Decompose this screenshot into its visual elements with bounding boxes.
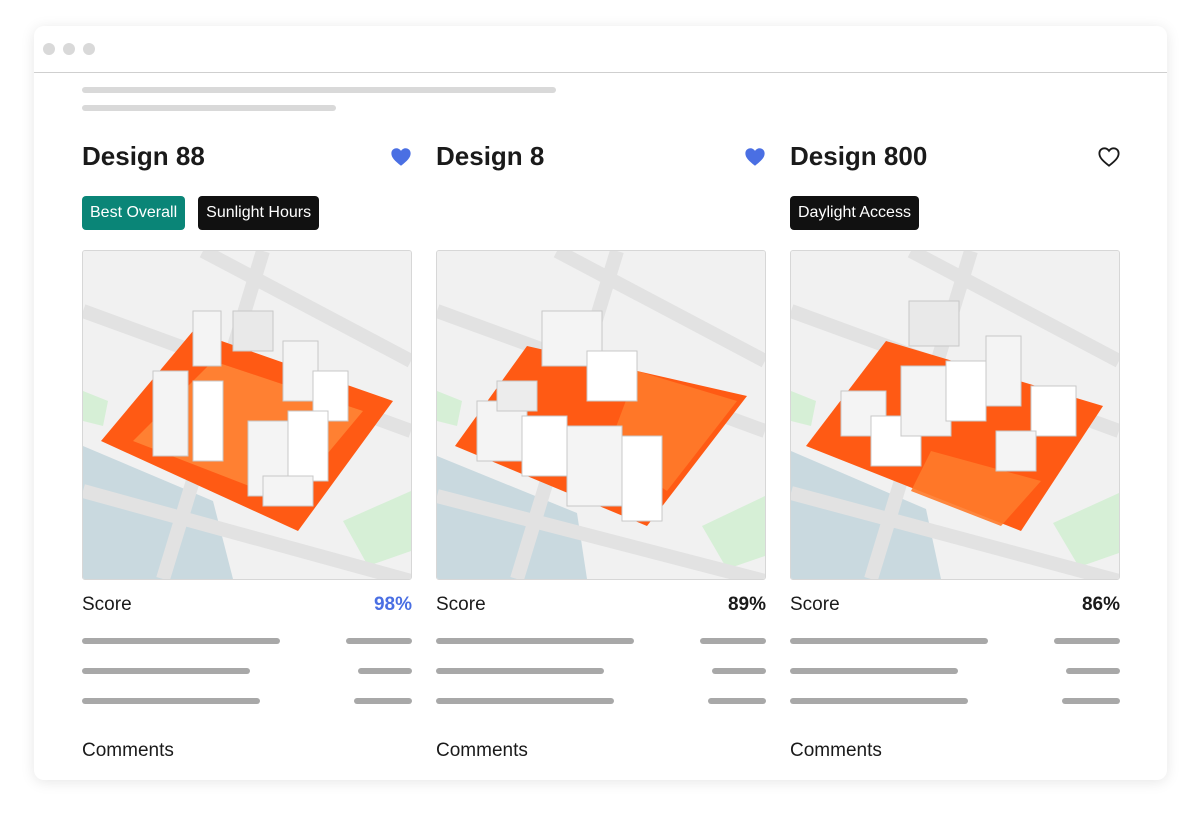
- heart-outline-icon[interactable]: [1098, 146, 1120, 168]
- design-card: Design 88 Best Overall Sunlight Hours Sc…: [82, 26, 412, 780]
- window-minimize-dot[interactable]: [63, 43, 75, 55]
- heart-filled-icon[interactable]: [744, 146, 766, 168]
- metric-placeholder-bar: [1066, 668, 1120, 674]
- metric-placeholder-bar: [712, 668, 766, 674]
- design-card: Design 8 Score 89% Comments: [436, 26, 766, 780]
- metric-placeholder-bar: [436, 638, 634, 644]
- score-label: Score: [82, 594, 132, 615]
- tag-daylight-access[interactable]: Daylight Access: [790, 196, 919, 230]
- metric-placeholder-bar: [1054, 638, 1120, 644]
- metric-placeholder-bar: [82, 698, 260, 704]
- metric-placeholder-bar: [436, 668, 604, 674]
- tag-list: Daylight Access: [790, 196, 919, 230]
- score-label: Score: [790, 594, 840, 615]
- metric-placeholder-bar: [354, 698, 412, 704]
- design-thumbnail[interactable]: [82, 250, 412, 580]
- comments-label[interactable]: Comments: [436, 740, 528, 762]
- metric-placeholder-bar: [790, 668, 958, 674]
- design-thumbnail[interactable]: [436, 250, 766, 580]
- metric-placeholder-bar: [82, 638, 280, 644]
- site-model-image: [791, 251, 1119, 579]
- design-title: Design 800: [790, 141, 928, 171]
- score-label: Score: [436, 594, 486, 615]
- heart-filled-icon[interactable]: [390, 146, 412, 168]
- tag-sunlight-hours[interactable]: Sunlight Hours: [198, 196, 320, 230]
- site-model-image: [437, 251, 765, 579]
- design-card: Design 800 Daylight Access Score 86% Com…: [790, 26, 1120, 780]
- score-value: 89%: [727, 594, 766, 615]
- metric-placeholder-bar: [82, 668, 250, 674]
- tag-best-overall[interactable]: Best Overall: [82, 196, 186, 230]
- comments-label[interactable]: Comments: [82, 740, 174, 762]
- window-close-dot[interactable]: [43, 43, 55, 55]
- tag-list: Best Overall Sunlight Hours: [82, 196, 320, 230]
- metric-placeholder-bar: [1062, 698, 1120, 704]
- metric-placeholder-bar: [346, 638, 412, 644]
- site-model-image: [83, 251, 411, 579]
- score-value: 86%: [1081, 594, 1120, 615]
- browser-window: Design 88 Best Overall Sunlight Hours Sc…: [34, 26, 1167, 780]
- metric-placeholder-bar: [790, 698, 968, 704]
- metric-placeholder-bar: [790, 638, 988, 644]
- metric-placeholder-bar: [708, 698, 766, 704]
- score-value: 98%: [373, 594, 412, 615]
- design-title: Design 88: [82, 141, 205, 171]
- design-thumbnail[interactable]: [790, 250, 1120, 580]
- metric-placeholder-bar: [358, 668, 412, 674]
- comments-label[interactable]: Comments: [790, 740, 882, 762]
- metric-placeholder-bar: [436, 698, 614, 704]
- design-title: Design 8: [436, 141, 545, 171]
- metric-placeholder-bar: [700, 638, 766, 644]
